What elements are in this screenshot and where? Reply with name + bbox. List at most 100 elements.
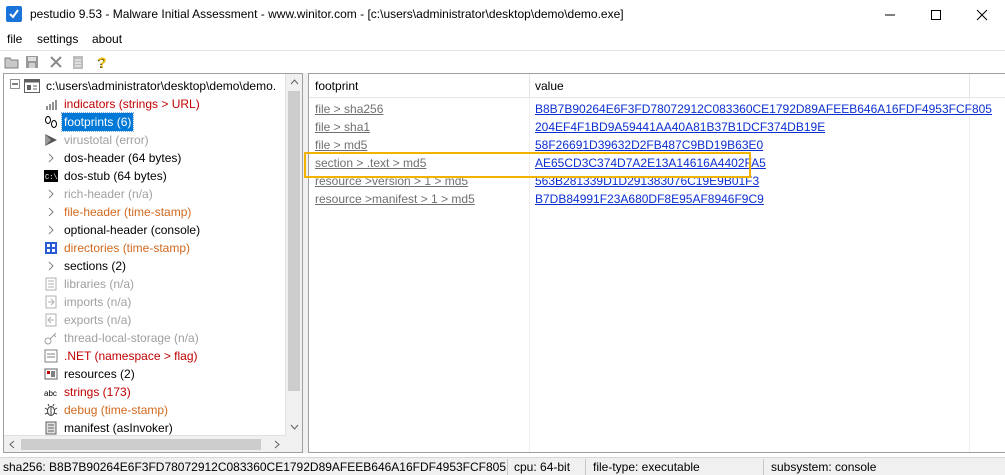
tree-item-label: libraries (n/a) bbox=[64, 277, 135, 291]
tree-item[interactable]: dos-header (64 bytes) bbox=[44, 149, 284, 167]
value-cell[interactable]: B7DB84991F23A680DF8E95AF8946F9C9 bbox=[535, 192, 764, 206]
menu-bar: file settings about bbox=[0, 30, 1005, 48]
delete-icon[interactable] bbox=[48, 54, 64, 70]
open-folder-icon[interactable] bbox=[4, 54, 20, 70]
tree-item-label: dos-stub (64 bytes) bbox=[64, 169, 167, 183]
footprint-cell[interactable]: resource >manifest > 1 > md5 bbox=[315, 192, 475, 206]
imports-icon bbox=[44, 295, 58, 309]
minimize-button[interactable] bbox=[867, 0, 913, 30]
help-icon[interactable]: ?? bbox=[94, 54, 110, 73]
tree-panel[interactable]: c:\users\administrator\desktop\demo\demo… bbox=[3, 73, 303, 453]
tree-item-label: thread-local-storage (n/a) bbox=[64, 331, 199, 345]
status-separator bbox=[763, 459, 764, 475]
tree-item-label: footprints (6) bbox=[60, 112, 135, 132]
debug-bug-icon bbox=[44, 403, 58, 417]
tree-item[interactable]: virustotal (error) bbox=[44, 131, 284, 149]
clipboard-icon[interactable] bbox=[70, 54, 86, 70]
menu-settings[interactable]: settings bbox=[37, 32, 78, 46]
scroll-left-icon[interactable] bbox=[4, 436, 21, 453]
tree-hscroll-thumb[interactable] bbox=[21, 439, 261, 450]
scroll-right-icon[interactable] bbox=[268, 436, 285, 453]
tree-item[interactable]: exports (n/a) bbox=[44, 311, 284, 329]
tree-item[interactable]: file-header (time-stamp) bbox=[44, 203, 284, 221]
scroll-up-icon[interactable] bbox=[286, 74, 303, 91]
tree-item[interactable]: indicators (strings > URL) bbox=[44, 95, 284, 113]
tree-item-label: imports (n/a) bbox=[64, 295, 132, 309]
tree-item[interactable]: libraries (n/a) bbox=[44, 275, 284, 293]
tree-item-label: debug (time-stamp) bbox=[64, 403, 169, 417]
tree-item-label: rich-header (n/a) bbox=[64, 187, 153, 201]
tree-item-label: exports (n/a) bbox=[64, 313, 132, 327]
table-row[interactable]: file > sha256 B8B7B90264E6F3FD78072912C08… bbox=[309, 101, 992, 119]
save-icon[interactable] bbox=[24, 54, 40, 70]
expand-arrow-icon[interactable] bbox=[44, 151, 58, 165]
tree-item-label: resources (2) bbox=[64, 367, 135, 381]
tree-item[interactable]: footprints (6) bbox=[44, 112, 284, 132]
expand-arrow-icon[interactable] bbox=[44, 205, 58, 219]
footprint-cell[interactable]: file > sha1 bbox=[315, 120, 370, 134]
menu-about[interactable]: about bbox=[92, 32, 122, 46]
tree-item-label: optional-header (console) bbox=[64, 223, 201, 237]
scroll-down-icon[interactable] bbox=[286, 418, 303, 435]
tree-root[interactable]: c:\users\administrator\desktop\demo\demo… bbox=[10, 77, 300, 95]
maximize-button[interactable] bbox=[913, 0, 959, 30]
details-list[interactable]: footprint value file > sha256 B8B7B90264E… bbox=[308, 73, 1005, 453]
highlight-annotation-box bbox=[304, 152, 751, 178]
tree-item[interactable]: resources (2) bbox=[44, 365, 284, 383]
bar-chart-icon bbox=[44, 97, 58, 111]
column-header-value[interactable]: value bbox=[529, 74, 969, 98]
tree-item-label: strings (173) bbox=[64, 385, 131, 399]
tree-item-label: sections (2) bbox=[64, 259, 127, 273]
footprint-cell[interactable]: file > md5 bbox=[315, 138, 367, 152]
footprint-icon bbox=[44, 115, 58, 129]
status-file-type: file-type: executable bbox=[593, 460, 700, 474]
close-button[interactable] bbox=[959, 0, 1005, 30]
resources-icon bbox=[44, 367, 58, 381]
tree-item[interactable]: C:\ dos-stub (64 bytes) bbox=[44, 167, 284, 185]
expand-arrow-icon[interactable] bbox=[44, 223, 58, 237]
tree-item-label: indicators (strings > URL) bbox=[64, 97, 200, 111]
tree-item-label: .NET (namespace > flag) bbox=[64, 349, 198, 363]
tree-vscroll-thumb[interactable] bbox=[288, 91, 300, 391]
tree-item[interactable]: thread-local-storage (n/a) bbox=[44, 329, 284, 347]
tree-item[interactable]: imports (n/a) bbox=[44, 293, 284, 311]
title-bar: pestudio 9.53 - Malware Initial Assessme… bbox=[0, 0, 1005, 30]
table-row[interactable]: file > sha1 204EF4F1BD9A59441AA40A81B37B1… bbox=[309, 119, 969, 137]
list-header: footprint value bbox=[309, 74, 1005, 98]
collapse-icon[interactable] bbox=[10, 79, 24, 93]
svg-text:?: ? bbox=[98, 55, 107, 71]
expand-arrow-icon[interactable] bbox=[44, 259, 58, 273]
maximize-icon bbox=[931, 10, 941, 20]
value-cell[interactable]: 58F26691D39632D2FB487C9BD19B63E0 bbox=[535, 138, 763, 152]
pestudio-check-icon bbox=[6, 6, 22, 22]
toolbar: ?? bbox=[0, 50, 1005, 72]
tree-item-label: file-header (time-stamp) bbox=[64, 205, 192, 219]
tree-item[interactable]: optional-header (console) bbox=[44, 221, 284, 239]
tree-horizontal-scrollbar[interactable] bbox=[4, 435, 285, 452]
directories-icon bbox=[44, 241, 58, 255]
tree-item[interactable]: rich-header (n/a) bbox=[44, 185, 284, 203]
value-cell[interactable]: B8B7B90264E6F3FD78072912C083360CE1792D89… bbox=[535, 102, 992, 116]
column-header-footprint[interactable]: footprint bbox=[309, 74, 529, 98]
footprint-cell[interactable]: file > sha256 bbox=[315, 102, 383, 116]
manifest-icon bbox=[44, 421, 58, 435]
expand-arrow-icon[interactable] bbox=[44, 187, 58, 201]
library-icon bbox=[44, 277, 58, 291]
tree-item[interactable]: .NET (namespace > flag) bbox=[44, 347, 284, 365]
tree-item[interactable]: abc strings (173) bbox=[44, 383, 284, 401]
close-icon bbox=[976, 9, 988, 21]
tree-item[interactable]: sections (2) bbox=[44, 257, 284, 275]
tree-item[interactable]: directories (time-stamp) bbox=[44, 239, 284, 257]
tree-vertical-scrollbar[interactable] bbox=[285, 74, 302, 435]
tree-item[interactable]: debug (time-stamp) bbox=[44, 401, 284, 419]
svg-text:abc: abc bbox=[44, 389, 57, 398]
tree-root-label: c:\users\administrator\desktop\demo\demo… bbox=[46, 79, 277, 93]
table-row[interactable]: resource >manifest > 1 > md5 B7DB84991F23… bbox=[309, 191, 969, 209]
value-cell[interactable]: 204EF4F1BD9A59441AA40A81B37B1DCF374DB19E bbox=[535, 120, 825, 134]
executable-icon bbox=[24, 79, 40, 93]
column-separator[interactable] bbox=[969, 74, 970, 98]
status-separator bbox=[507, 459, 508, 475]
status-sha256: sha256: B8B7B90264E6F3FD78072912C083360C… bbox=[3, 460, 507, 474]
tree-item-label: dos-header (64 bytes) bbox=[64, 151, 182, 165]
menu-file[interactable]: file bbox=[7, 32, 22, 46]
